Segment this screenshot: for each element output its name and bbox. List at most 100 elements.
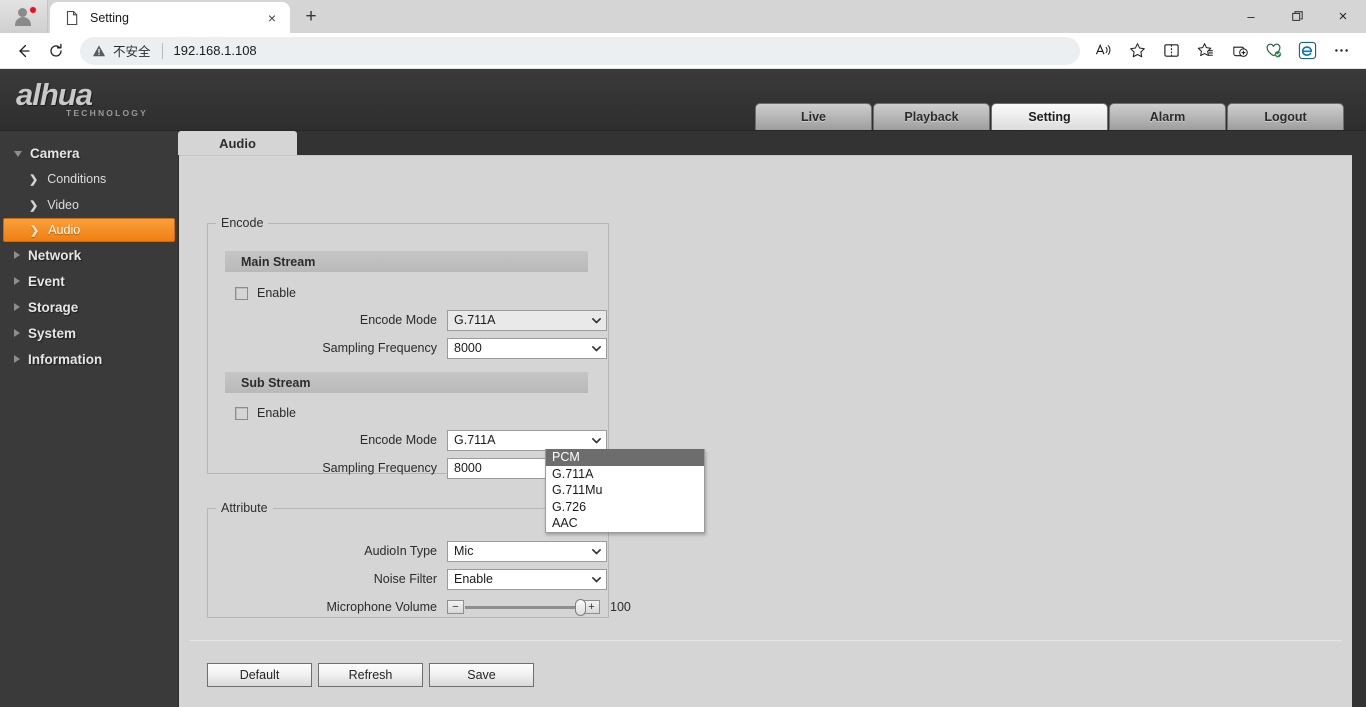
sidebar-item-conditions[interactable]: ❯ Conditions: [3, 166, 175, 192]
microphone-volume-value: 100: [610, 600, 631, 614]
sub-stream-enable-row[interactable]: Enable: [235, 402, 296, 424]
dropdown-option-g711a[interactable]: G.711A: [546, 466, 704, 483]
window-controls: – ×: [1228, 0, 1366, 33]
maximize-window-icon[interactable]: [1274, 0, 1320, 33]
browser-essentials-icon[interactable]: [1256, 36, 1290, 66]
nav-tab-setting[interactable]: Setting: [991, 103, 1108, 130]
top-navigation: Live Playback Setting Alarm Logout: [754, 103, 1344, 130]
collections-icon[interactable]: [1188, 36, 1222, 66]
sidebar-item-video[interactable]: ❯ Video: [3, 192, 175, 218]
main-stream-sampling-label: Sampling Frequency: [247, 341, 437, 355]
volume-slider-track[interactable]: [465, 606, 582, 609]
sidebar-item-label: Event: [28, 274, 65, 289]
sidebar-item-label: Camera: [30, 146, 80, 161]
content-tabstrip: Audio: [178, 131, 1366, 155]
browser-window: Setting × + – × 不安全 192.168.1.108: [0, 0, 1366, 707]
security-status-label: 不安全: [113, 41, 151, 60]
sidebar-item-label: Video: [47, 198, 79, 212]
chevron-right-icon: ❯: [29, 199, 38, 212]
close-tab-icon[interactable]: ×: [262, 8, 282, 28]
audioin-type-row: AudioIn Type Mic: [247, 540, 607, 562]
attribute-legend: Attribute: [216, 501, 273, 515]
sidebar-item-label: Conditions: [47, 172, 106, 186]
encode-legend: Encode: [216, 216, 268, 230]
sidebar: Camera ❯ Conditions ❯ Video ❯ Audio Netw…: [0, 131, 179, 707]
app-body: Camera ❯ Conditions ❯ Video ❯ Audio Netw…: [0, 131, 1366, 707]
browser-titlebar: Setting × + – ×: [0, 0, 1366, 33]
noise-filter-select[interactable]: Enable: [447, 569, 607, 590]
dropdown-option-pcm[interactable]: PCM: [546, 449, 704, 466]
microphone-volume-label: Microphone Volume: [247, 600, 437, 614]
profile-button[interactable]: [0, 0, 48, 33]
favorites-star-icon[interactable]: [1120, 36, 1154, 66]
action-buttons: Default Refresh Save: [207, 663, 540, 687]
sidebar-item-information[interactable]: Information: [0, 346, 178, 372]
sidebar-item-label: Storage: [28, 300, 78, 315]
back-icon[interactable]: [8, 36, 40, 66]
main-stream-enable-checkbox[interactable]: [235, 287, 248, 300]
reload-icon[interactable]: [40, 36, 72, 66]
address-bar[interactable]: 不安全 192.168.1.108: [80, 37, 1080, 65]
nav-tab-live[interactable]: Live: [755, 103, 872, 130]
microphone-volume-row: Microphone Volume − + 100: [247, 596, 631, 618]
main-stream-encode-mode-value: G.711A: [454, 313, 591, 327]
sidebar-item-event[interactable]: Event: [0, 268, 178, 294]
main-stream-enable-row[interactable]: Enable: [235, 282, 296, 304]
footer-divider: [189, 640, 1341, 641]
encode-mode-dropdown-list[interactable]: PCM G.711A G.711Mu G.726 AAC: [545, 449, 705, 533]
main-stream-sampling-value: 8000: [454, 341, 591, 355]
content-area: Audio Encode Main Stream Enable Encode M…: [179, 131, 1366, 707]
sidebar-item-label: Audio: [48, 223, 80, 237]
default-button[interactable]: Default: [207, 663, 312, 687]
chevron-right-icon: [14, 355, 20, 363]
chevron-right-icon: [14, 303, 20, 311]
chevron-right-icon: ❯: [29, 173, 38, 186]
microphone-volume-slider[interactable]: − + 100: [447, 600, 631, 614]
audioin-type-value: Mic: [454, 544, 591, 558]
sidebar-item-audio[interactable]: ❯ Audio: [3, 218, 175, 242]
split-screen-icon[interactable]: [1154, 36, 1188, 66]
sub-stream-encode-mode-select[interactable]: G.711A: [447, 430, 607, 451]
sidebar-item-network[interactable]: Network: [0, 242, 178, 268]
dropdown-option-g726[interactable]: G.726: [546, 499, 704, 516]
refresh-button[interactable]: Refresh: [318, 663, 423, 687]
sub-stream-encode-mode-value: G.711A: [454, 433, 591, 447]
sidebar-item-camera[interactable]: Camera: [0, 140, 178, 166]
app-header: alhua TECHNOLOGY Live Playback Setting A…: [0, 69, 1366, 131]
volume-decrease-button[interactable]: −: [447, 600, 464, 614]
dropdown-option-g711mu[interactable]: G.711Mu: [546, 482, 704, 499]
sub-stream-heading: Sub Stream: [225, 372, 588, 393]
nav-tab-logout[interactable]: Logout: [1227, 103, 1344, 130]
omnibox-divider: [162, 43, 163, 59]
add-to-collection-icon[interactable]: [1222, 36, 1256, 66]
sidebar-item-storage[interactable]: Storage: [0, 294, 178, 320]
main-stream-sampling-select[interactable]: 8000: [447, 338, 607, 359]
not-secure-warning-icon[interactable]: [92, 44, 106, 58]
chevron-down-icon: [14, 151, 22, 157]
new-tab-icon[interactable]: +: [296, 3, 326, 31]
sidebar-item-label: Information: [28, 352, 102, 367]
nav-tab-playback[interactable]: Playback: [873, 103, 990, 130]
main-stream-sampling-row: Sampling Frequency 8000: [247, 337, 607, 359]
sub-stream-enable-checkbox[interactable]: [235, 407, 248, 420]
read-aloud-icon[interactable]: [1086, 36, 1120, 66]
browser-tab-title: Setting: [90, 11, 262, 25]
main-stream-encode-mode-row: Encode Mode G.711A: [247, 309, 607, 331]
volume-slider-thumb[interactable]: [575, 599, 586, 616]
chevron-down-icon: [591, 343, 602, 354]
main-stream-encode-mode-select[interactable]: G.711A: [447, 310, 607, 331]
chevron-right-icon: [14, 251, 20, 259]
minimize-window-icon[interactable]: –: [1228, 0, 1274, 33]
chevron-right-icon: [14, 329, 20, 337]
sidebar-item-system[interactable]: System: [0, 320, 178, 346]
ie-mode-icon[interactable]: [1290, 36, 1324, 66]
browser-tab[interactable]: Setting ×: [50, 2, 290, 33]
save-button[interactable]: Save: [429, 663, 534, 687]
browser-settings-more-icon[interactable]: [1324, 36, 1358, 66]
audioin-type-select[interactable]: Mic: [447, 541, 607, 562]
nav-tab-alarm[interactable]: Alarm: [1109, 103, 1226, 130]
dropdown-option-aac[interactable]: AAC: [546, 515, 704, 532]
close-window-icon[interactable]: ×: [1320, 0, 1366, 33]
tab-audio[interactable]: Audio: [178, 131, 297, 155]
chevron-down-icon: [591, 315, 602, 326]
